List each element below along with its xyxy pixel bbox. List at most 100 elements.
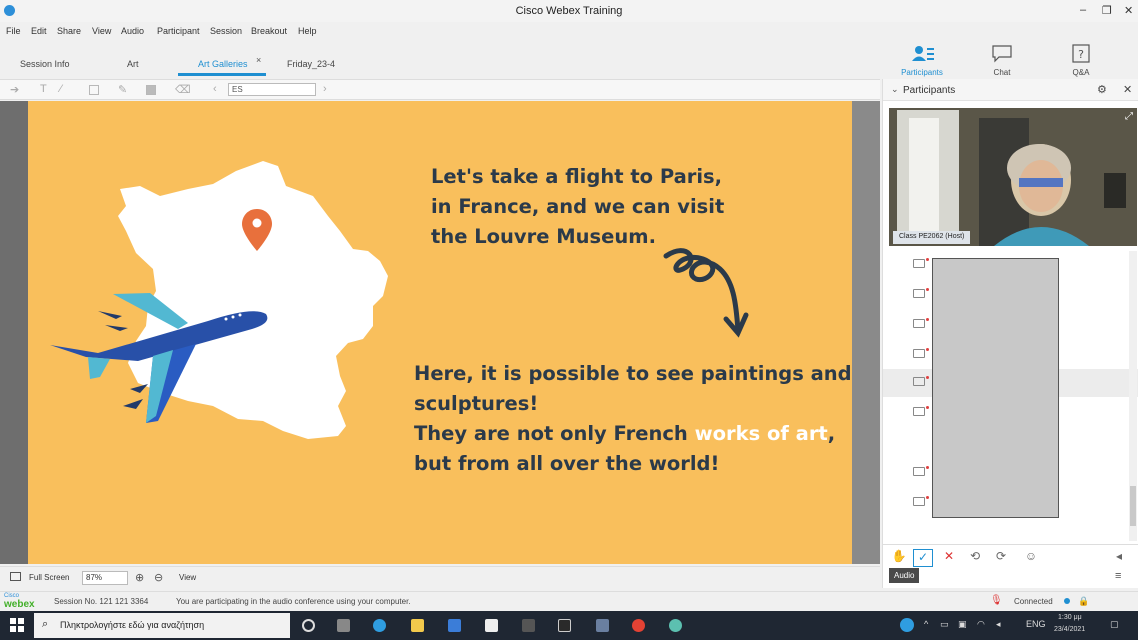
- slide-heading-line-1: Let's take a flight to Paris,: [431, 165, 723, 188]
- full-screen-button[interactable]: Full Screen: [29, 573, 69, 582]
- speaker-icon[interactable]: ◂: [1109, 549, 1129, 567]
- chrome-icon[interactable]: [632, 619, 645, 632]
- participants-panel-title: Participants: [903, 85, 956, 96]
- task-view-icon[interactable]: [302, 619, 315, 632]
- zoom-in-icon[interactable]: ⊕: [135, 571, 144, 584]
- connection-status: Connected: [1014, 597, 1053, 606]
- minimize-button[interactable]: –: [1080, 4, 1086, 16]
- collapse-chevron-icon[interactable]: ⌄: [891, 84, 899, 95]
- slide-paragraph-line-3: They are not only French works of art,: [414, 419, 835, 450]
- menu-share[interactable]: Share: [57, 26, 81, 36]
- app-icon-3[interactable]: [596, 619, 609, 632]
- chat-panel-label: Chat: [993, 68, 1011, 77]
- participant-status-icon: [913, 496, 929, 506]
- slide: Let's take a flight to Paris, in France,…: [28, 101, 852, 564]
- prev-page-icon[interactable]: ‹: [213, 83, 217, 95]
- go-faster-icon[interactable]: ⟳: [991, 549, 1011, 567]
- go-slower-icon[interactable]: ⟲: [965, 549, 985, 567]
- mic-muted-icon[interactable]: 🎙: [990, 595, 1003, 606]
- dropbox-icon[interactable]: [448, 619, 461, 632]
- edge-browser-icon[interactable]: [373, 619, 386, 632]
- tab-art-galleries[interactable]: Art Galleries: [198, 59, 248, 69]
- page-select[interactable]: ES: [228, 83, 316, 96]
- widgets-icon[interactable]: [337, 619, 350, 632]
- participant-status-icon: [913, 348, 929, 358]
- notifications-icon[interactable]: ▢: [1110, 619, 1119, 630]
- menu-bar: File Edit Share View Audio Participant S…: [0, 23, 880, 39]
- lock-icon: 🔒: [1078, 596, 1090, 606]
- menu-view[interactable]: View: [92, 26, 111, 36]
- tab-friday[interactable]: Friday_23-4: [287, 59, 335, 69]
- participant-status-icon: [913, 258, 929, 268]
- session-number: Session No. 121 121 3364: [54, 597, 149, 606]
- rectangle-tool-icon[interactable]: [89, 85, 99, 95]
- clock-date[interactable]: 23/4/2021: [1054, 626, 1085, 633]
- language-indicator[interactable]: ENG: [1026, 619, 1046, 629]
- slide-paragraph-3-suffix: ,: [827, 422, 836, 445]
- menu-help[interactable]: Help: [298, 26, 317, 36]
- camera-tray-icon[interactable]: ▣: [958, 619, 967, 630]
- zoom-out-icon[interactable]: ⊖: [154, 571, 163, 584]
- menu-participant[interactable]: Participant: [157, 26, 200, 36]
- menu-audio[interactable]: Audio: [121, 26, 144, 36]
- gear-icon[interactable]: ⚙: [1097, 83, 1107, 96]
- eraser-tool-icon[interactable]: ⌫: [175, 83, 191, 96]
- zoom-select[interactable]: 87%: [82, 571, 128, 585]
- menu-edit[interactable]: Edit: [31, 26, 47, 36]
- slide-paragraph-line-4: but from all over the world!: [414, 452, 720, 475]
- participants-panel-header: ⌄ Participants ⚙ ✕: [883, 79, 1138, 101]
- app-icon-2[interactable]: [558, 619, 571, 632]
- wifi-icon[interactable]: ◠: [977, 619, 985, 630]
- participants-panel-button[interactable]: Participants: [898, 44, 946, 78]
- pen-tool-icon[interactable]: ✎: [118, 83, 127, 96]
- document-tabs: Session Info Art Art Galleries Friday_23…: [0, 52, 880, 76]
- title-bar: Cisco Webex Training – ❐ ✕: [0, 0, 1138, 22]
- webex-taskbar-icon[interactable]: [669, 619, 682, 632]
- participants-icon: [912, 46, 934, 61]
- store-icon[interactable]: [485, 619, 498, 632]
- participants-panel: ⌄ Participants ⚙ ✕ ⤢ Class PE2062 (Host): [882, 79, 1138, 588]
- color-tool-icon[interactable]: [146, 85, 156, 95]
- os-taskbar: ⌕ Πληκτρολογήστε εδώ για αναζήτηση ^ ▭ ▣…: [0, 611, 1138, 640]
- network-icon[interactable]: ▭: [940, 619, 949, 630]
- qa-panel-button[interactable]: ? Q&A: [1057, 44, 1105, 78]
- emoji-icon[interactable]: ☺: [1017, 549, 1045, 567]
- more-options-icon[interactable]: ≡: [1115, 570, 1121, 582]
- raise-hand-icon[interactable]: ✋: [889, 549, 909, 567]
- no-x-icon[interactable]: ✕: [939, 549, 959, 567]
- file-explorer-icon[interactable]: [411, 619, 424, 632]
- next-page-icon[interactable]: ›: [323, 83, 327, 95]
- volume-icon[interactable]: ◂: [996, 619, 1001, 630]
- participant-list-scrollbar[interactable]: [1129, 251, 1137, 541]
- participant-status-icon: [913, 288, 929, 298]
- full-screen-icon[interactable]: [10, 572, 21, 581]
- active-tab-indicator: [178, 73, 266, 76]
- view-menu-button[interactable]: View: [179, 573, 196, 582]
- expand-video-icon[interactable]: ⤢: [1125, 111, 1133, 122]
- menu-session[interactable]: Session: [210, 26, 242, 36]
- chat-panel-button[interactable]: Chat: [978, 44, 1026, 78]
- tab-art[interactable]: Art: [127, 59, 139, 69]
- panel-close-icon[interactable]: ✕: [1123, 83, 1132, 96]
- search-icon: ⌕: [42, 618, 49, 630]
- help-tray-icon[interactable]: [900, 618, 914, 632]
- close-button[interactable]: ✕: [1124, 4, 1133, 17]
- yes-check-icon[interactable]: ✓: [913, 549, 933, 567]
- participant-status-icon: [913, 406, 929, 416]
- taskbar-search-box[interactable]: ⌕ Πληκτρολογήστε εδώ για αναζήτηση: [34, 613, 290, 638]
- app-icon[interactable]: [522, 619, 535, 632]
- text-tool-icon[interactable]: T: [40, 83, 47, 95]
- restore-button[interactable]: ❐: [1102, 4, 1112, 17]
- tray-chevron-icon[interactable]: ^: [924, 619, 928, 629]
- clock-time[interactable]: 1:30 μμ: [1058, 614, 1082, 621]
- windows-start-icon[interactable]: [10, 618, 24, 632]
- squiggle-arrow-icon: [663, 248, 749, 338]
- tab-close-icon[interactable]: ×: [256, 55, 261, 65]
- line-tool-icon[interactable]: ⁄: [60, 83, 62, 95]
- menu-file[interactable]: File: [6, 26, 21, 36]
- participant-status-icon: [913, 318, 929, 328]
- menu-breakout[interactable]: Breakout: [251, 26, 287, 36]
- pointer-tool-icon[interactable]: ➔: [10, 83, 19, 96]
- scrollbar-thumb[interactable]: [1130, 486, 1136, 526]
- tab-session-info[interactable]: Session Info: [20, 59, 70, 69]
